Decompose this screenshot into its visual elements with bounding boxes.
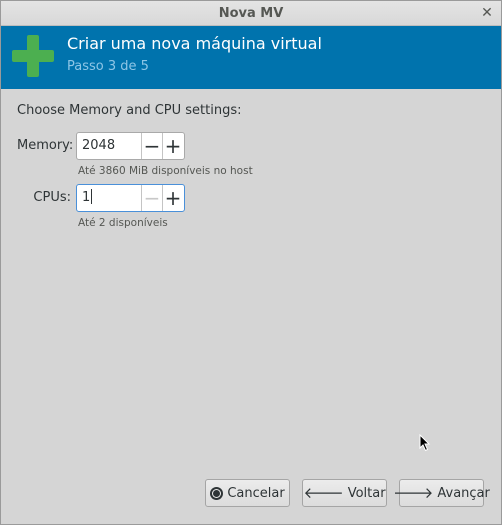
memory-input[interactable] [77,133,141,159]
wizard-header: Criar uma nova máquina virtual Passo 3 d… [1,26,501,89]
stop-icon [210,486,224,500]
close-icon[interactable]: ✕ [479,5,495,21]
cpus-hint: Até 2 disponíveis [78,217,168,229]
window-title: Nova MV [218,6,284,21]
memory-label: Memory: [17,138,74,153]
back-label: Voltar [347,485,386,501]
cancel-button[interactable]: Cancelar [205,479,290,507]
titlebar[interactable]: Nova MV ✕ [1,1,501,26]
forward-button[interactable]: 🡒 Avançar [393,479,490,507]
cpus-value: 1 [82,190,91,205]
cancel-label: Cancelar [227,485,285,501]
text-cursor [91,189,93,204]
arrow-right-icon: 🡒 [393,483,434,502]
mouse-pointer-icon [419,434,431,452]
cpus-label: CPUs: [33,190,71,205]
wizard-step: Passo 3 de 5 [67,59,149,74]
memory-decrement-button[interactable]: − [141,133,162,159]
forward-label: Avançar [437,485,490,501]
wizard-title: Criar uma nova máquina virtual [67,34,322,53]
cpus-increment-button[interactable]: + [162,185,183,211]
memory-increment-button[interactable]: + [162,133,183,159]
memory-hint: Até 3860 MiB disponíveis no host [78,165,253,177]
dialog-window: Nova MV ✕ Criar uma nova máquina virtual… [0,0,502,525]
cpus-decrement-button[interactable]: − [141,185,162,211]
arrow-left-icon: 🡐 [303,483,344,502]
cpus-input[interactable]: 1 [77,185,141,211]
section-label: Choose Memory and CPU settings: [17,103,242,118]
back-button[interactable]: 🡐 Voltar [302,479,387,507]
cpus-spinbox: 1 − + [76,184,185,212]
green-plus-icon [12,35,54,77]
memory-spinbox: − + [76,132,185,160]
